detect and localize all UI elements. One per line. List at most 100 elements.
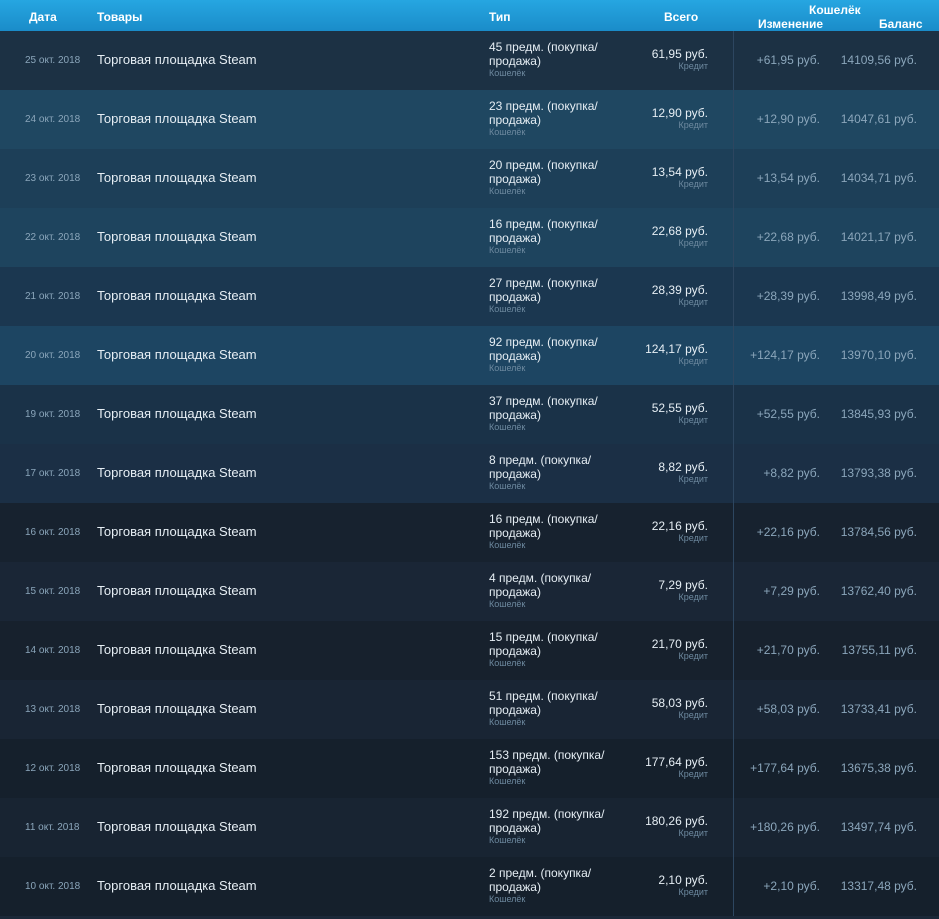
header-total[interactable]: Всего bbox=[664, 10, 698, 24]
row-total-credit: Кредит bbox=[678, 297, 708, 307]
row-total-amount: 61,95 руб. bbox=[651, 47, 708, 61]
table-row[interactable]: 17 окт. 2018 Торговая площадка Steam 8 п… bbox=[0, 444, 939, 503]
row-wallet-balance: 14109,56 руб. bbox=[840, 53, 917, 67]
row-total: 28,39 руб. Кредит bbox=[600, 283, 708, 308]
row-type-wallet: Кошелёк bbox=[489, 68, 526, 78]
row-type-label: 51 предм. (покупка/продажа) bbox=[489, 689, 598, 717]
transaction-history-table: Дата Товары Тип Всего Кошелёк Изменение … bbox=[0, 0, 939, 919]
row-wallet-change: +180,26 руб. bbox=[750, 820, 820, 834]
row-date: 12 окт. 2018 bbox=[25, 763, 81, 774]
row-total: 7,29 руб. Кредит bbox=[600, 578, 708, 603]
row-total-amount: 2,10 руб. bbox=[658, 873, 708, 887]
row-total: 180,26 руб. Кредит bbox=[600, 814, 708, 839]
header-balance[interactable]: Баланс bbox=[879, 17, 923, 31]
row-type-wallet: Кошелёк bbox=[489, 776, 526, 786]
row-type-label: 27 предм. (покупка/продажа) bbox=[489, 276, 598, 304]
row-type: 2 предм. (покупка/продажа) Кошелёк bbox=[489, 866, 614, 905]
table-row[interactable]: 13 окт. 2018 Торговая площадка Steam 51 … bbox=[0, 680, 939, 739]
header-items[interactable]: Товары bbox=[97, 10, 142, 24]
row-wallet-balance: 13970,10 руб. bbox=[840, 348, 917, 362]
row-wallet-balance: 13317,48 руб. bbox=[840, 879, 917, 893]
row-total-amount: 124,17 руб. bbox=[645, 342, 708, 356]
row-wallet-balance: 13762,40 руб. bbox=[840, 584, 917, 598]
row-type: 20 предм. (покупка/продажа) Кошелёк bbox=[489, 158, 614, 197]
row-wallet-balance: 13497,74 руб. bbox=[840, 820, 917, 834]
row-wallet-balance: 13845,93 руб. bbox=[840, 407, 917, 421]
row-total-credit: Кредит bbox=[678, 179, 708, 189]
row-total-credit: Кредит bbox=[678, 61, 708, 71]
row-wallet-change: +21,70 руб. bbox=[756, 643, 820, 657]
row-wallet-balance: 14034,71 руб. bbox=[840, 171, 917, 185]
table-row[interactable]: 24 окт. 2018 Торговая площадка Steam 23 … bbox=[0, 90, 939, 149]
table-row[interactable]: 14 окт. 2018 Торговая площадка Steam 15 … bbox=[0, 621, 939, 680]
row-total-credit: Кредит bbox=[678, 769, 708, 779]
row-date: 11 окт. 2018 bbox=[25, 822, 80, 833]
row-total-credit: Кредит bbox=[678, 474, 708, 484]
row-items: Торговая площадка Steam bbox=[97, 701, 257, 716]
row-wallet-balance: 14021,17 руб. bbox=[840, 230, 917, 244]
row-type-label: 45 предм. (покупка/продажа) bbox=[489, 40, 598, 68]
row-date: 23 окт. 2018 bbox=[25, 173, 81, 184]
row-wallet-balance: 13998,49 руб. bbox=[840, 289, 917, 303]
table-row[interactable]: 16 окт. 2018 Торговая площадка Steam 16 … bbox=[0, 503, 939, 562]
row-type: 153 предм. (покупка/продажа) Кошелёк bbox=[489, 748, 614, 787]
row-type-wallet: Кошелёк bbox=[489, 658, 526, 668]
row-type: 45 предм. (покупка/продажа) Кошелёк bbox=[489, 40, 614, 79]
row-wallet-change: +13,54 руб. bbox=[756, 171, 820, 185]
row-type-label: 192 предм. (покупка/продажа) bbox=[489, 807, 605, 835]
row-total-amount: 7,29 руб. bbox=[658, 578, 708, 592]
row-items: Торговая площадка Steam bbox=[97, 819, 257, 834]
row-items: Торговая площадка Steam bbox=[97, 583, 257, 598]
table-row[interactable]: 22 окт. 2018 Торговая площадка Steam 16 … bbox=[0, 208, 939, 267]
row-wallet-change: +8,82 руб. bbox=[763, 466, 820, 480]
table-row[interactable]: 19 окт. 2018 Торговая площадка Steam 37 … bbox=[0, 385, 939, 444]
row-type-wallet: Кошелёк bbox=[489, 599, 526, 609]
row-date: 19 окт. 2018 bbox=[25, 409, 81, 420]
row-items: Торговая площадка Steam bbox=[97, 347, 257, 362]
row-type-label: 92 предм. (покупка/продажа) bbox=[489, 335, 598, 363]
row-type-wallet: Кошелёк bbox=[489, 127, 526, 137]
table-row[interactable]: 20 окт. 2018 Торговая площадка Steam 92 … bbox=[0, 326, 939, 385]
row-wallet-balance: 13784,56 руб. bbox=[840, 525, 917, 539]
row-total-credit: Кредит bbox=[678, 415, 708, 425]
row-total-amount: 58,03 руб. bbox=[651, 696, 708, 710]
header-type[interactable]: Тип bbox=[489, 10, 511, 24]
row-type: 192 предм. (покупка/продажа) Кошелёк bbox=[489, 807, 614, 846]
row-wallet-change: +58,03 руб. bbox=[756, 702, 820, 716]
row-date: 21 окт. 2018 bbox=[25, 291, 81, 302]
table-row[interactable]: 11 окт. 2018 Торговая площадка Steam 192… bbox=[0, 798, 939, 857]
row-items: Торговая площадка Steam bbox=[97, 524, 257, 539]
row-date: 20 окт. 2018 bbox=[25, 350, 81, 361]
row-date: 13 окт. 2018 bbox=[25, 704, 81, 715]
row-wallet-change: +22,16 руб. bbox=[756, 525, 820, 539]
row-type-wallet: Кошелёк bbox=[489, 304, 526, 314]
row-date: 25 окт. 2018 bbox=[25, 55, 81, 66]
row-type-wallet: Кошелёк bbox=[489, 835, 526, 845]
row-type-label: 15 предм. (покупка/продажа) bbox=[489, 630, 598, 658]
row-type-label: 37 предм. (покупка/продажа) bbox=[489, 394, 598, 422]
header-date[interactable]: Дата bbox=[29, 10, 57, 24]
table-row[interactable]: 23 окт. 2018 Торговая площадка Steam 20 … bbox=[0, 149, 939, 208]
table-row[interactable]: 12 окт. 2018 Торговая площадка Steam 153… bbox=[0, 739, 939, 798]
row-items: Торговая площадка Steam bbox=[97, 406, 257, 421]
table-row[interactable]: 10 окт. 2018 Торговая площадка Steam 2 п… bbox=[0, 857, 939, 916]
row-items: Торговая площадка Steam bbox=[97, 465, 257, 480]
header-change[interactable]: Изменение bbox=[758, 17, 823, 31]
table-header: Дата Товары Тип Всего Кошелёк Изменение … bbox=[0, 0, 939, 31]
row-total-amount: 177,64 руб. bbox=[645, 755, 708, 769]
row-type: 15 предм. (покупка/продажа) Кошелёк bbox=[489, 630, 614, 669]
row-type: 4 предм. (покупка/продажа) Кошелёк bbox=[489, 571, 614, 610]
row-total: 61,95 руб. Кредит bbox=[600, 47, 708, 72]
row-type-wallet: Кошелёк bbox=[489, 186, 526, 196]
row-items: Торговая площадка Steam bbox=[97, 288, 257, 303]
row-total-amount: 13,54 руб. bbox=[651, 165, 708, 179]
row-type-wallet: Кошелёк bbox=[489, 245, 526, 255]
table-row[interactable]: 15 окт. 2018 Торговая площадка Steam 4 п… bbox=[0, 562, 939, 621]
row-wallet-change: +7,29 руб. bbox=[763, 584, 820, 598]
table-row[interactable]: 25 окт. 2018 Торговая площадка Steam 45 … bbox=[0, 31, 939, 90]
table-row[interactable]: 21 окт. 2018 Торговая площадка Steam 27 … bbox=[0, 267, 939, 326]
row-total-credit: Кредит bbox=[678, 238, 708, 248]
row-total-amount: 22,68 руб. bbox=[651, 224, 708, 238]
row-type-wallet: Кошелёк bbox=[489, 422, 526, 432]
row-wallet-change: +22,68 руб. bbox=[756, 230, 820, 244]
